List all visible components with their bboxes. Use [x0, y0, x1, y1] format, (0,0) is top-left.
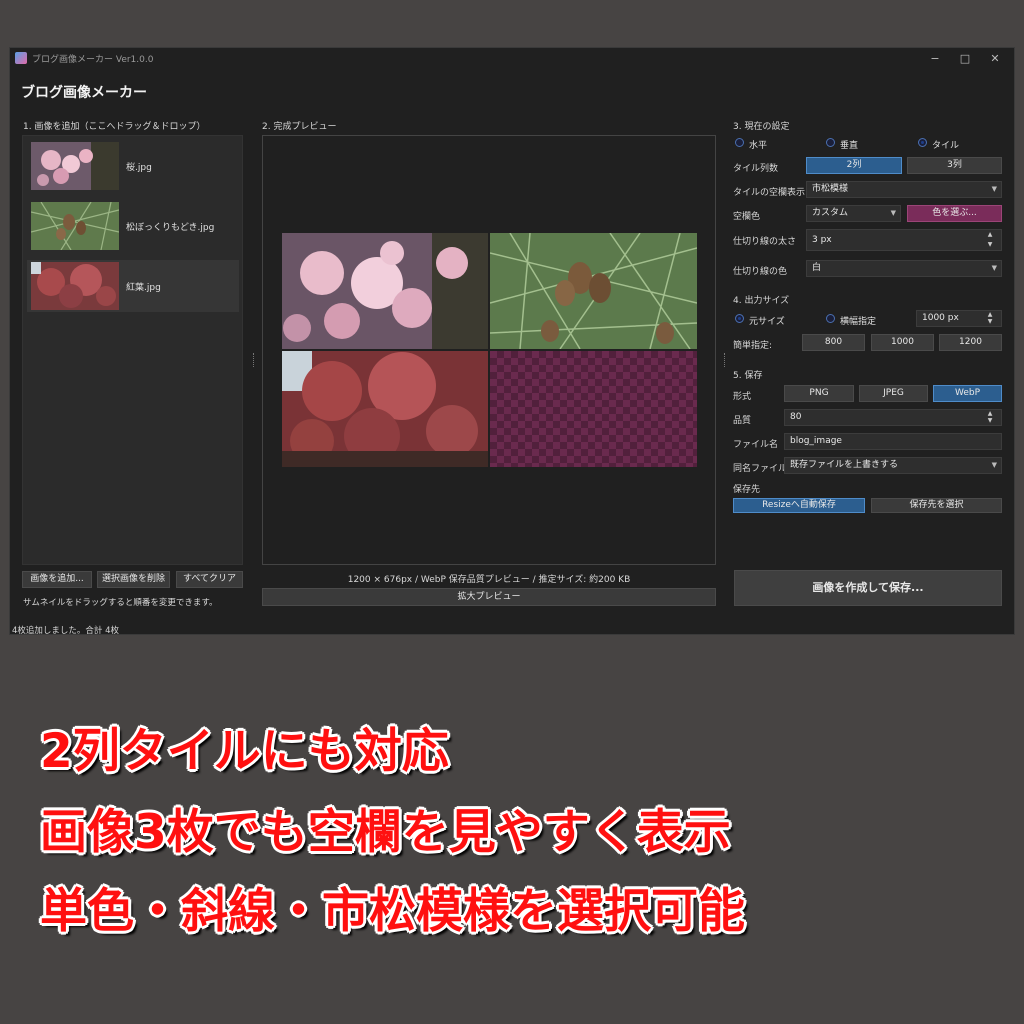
thumbnail-list[interactable]: 桜.jpg 松ぼっくりもどき.jpg 紅葉.jpg: [22, 135, 243, 565]
layout-vertical-radio[interactable]: [826, 138, 835, 147]
caption-line-2: 画像3枚でも空欄を見やすく表示: [40, 805, 731, 860]
splitter-handle[interactable]: [253, 353, 256, 367]
chevron-down-icon: ▼: [991, 461, 997, 469]
pinecone-thumbnail-image: [31, 202, 119, 250]
spin-down-icon[interactable]: ▼: [981, 417, 999, 425]
thumbnail-item-selected[interactable]: 紅葉.jpg: [27, 260, 239, 312]
spin-down-icon[interactable]: ▼: [981, 241, 999, 249]
sakura-thumbnail-image: [31, 142, 119, 190]
layout-tile-radio[interactable]: [918, 138, 927, 147]
app-heading: ブログ画像メーカー: [21, 85, 147, 101]
layout-horizontal-radio[interactable]: [735, 138, 744, 147]
current-settings-label: 3. 現在の設定: [733, 122, 790, 132]
divider-width-spinbox[interactable]: 3 px ▲ ▼: [806, 229, 1002, 251]
delete-selected-button[interactable]: 選択画像を削除: [97, 571, 170, 588]
quick-size-label: 簡単指定:: [733, 341, 773, 351]
clear-all-button[interactable]: すべてクリア: [176, 571, 243, 588]
layout-horizontal-label: 水平: [749, 141, 768, 151]
auto-save-resize-button[interactable]: Resizeへ自動保存: [733, 498, 865, 513]
layout-vertical-label: 垂直: [840, 141, 859, 151]
format-webp-button[interactable]: WebP: [933, 385, 1002, 402]
size-original-label: 元サイズ: [749, 317, 785, 327]
splitter-handle[interactable]: [724, 353, 727, 367]
size-width-radio[interactable]: [826, 314, 835, 323]
quality-spinbox[interactable]: 80 ▲ ▼: [784, 409, 1002, 426]
filename-label: ファイル名: [733, 440, 779, 450]
divider-color-select[interactable]: 白 ▼: [806, 260, 1002, 277]
close-icon[interactable]: ✕: [980, 50, 1010, 68]
thumbnail-filename: 紅葉.jpg: [126, 283, 161, 293]
divider-color-value: 白: [812, 263, 822, 273]
size-width-label: 横幅指定: [840, 317, 877, 327]
tile-cols-3-button[interactable]: 3列: [907, 157, 1002, 174]
chevron-down-icon: ▼: [991, 185, 997, 193]
empty-display-label: タイルの空欄表示: [733, 188, 806, 198]
maximize-icon[interactable]: □: [950, 50, 980, 68]
size-original-radio[interactable]: [735, 314, 744, 323]
chevron-down-icon: ▼: [890, 209, 896, 217]
caption-line-1: 2列タイルにも対応: [40, 724, 449, 779]
divider-color-label: 仕切り線の色: [733, 267, 788, 277]
same-name-select[interactable]: 既存ファイルを上書きする ▼: [784, 457, 1002, 474]
app-icon: [15, 52, 27, 64]
destination-label: 保存先: [733, 485, 761, 495]
same-name-label: 同名ファイル: [733, 464, 788, 474]
status-bar: 4枚追加しました。合計 4枚: [12, 626, 120, 636]
format-jpeg-button[interactable]: JPEG: [859, 385, 928, 402]
width-value: 1000 px: [922, 313, 959, 323]
empty-color-value: カスタム: [812, 208, 849, 218]
quick-size-800-button[interactable]: 800: [802, 334, 865, 351]
empty-color-select[interactable]: カスタム ▼: [806, 205, 901, 222]
choose-destination-button[interactable]: 保存先を選択: [871, 498, 1002, 513]
window-title: ブログ画像メーカー Ver1.0.0: [32, 55, 154, 65]
create-and-save-button[interactable]: 画像を作成して保存...: [734, 570, 1002, 606]
thumbnail-item[interactable]: 松ぼっくりもどき.jpg: [27, 200, 239, 252]
empty-color-label: 空欄色: [733, 212, 761, 222]
save-section-label: 5. 保存: [733, 371, 763, 381]
momiji-preview-tile: [282, 351, 488, 467]
thumbnail-filename: 松ぼっくりもどき.jpg: [126, 223, 215, 233]
format-png-button[interactable]: PNG: [784, 385, 854, 402]
same-name-value: 既存ファイルを上書きする: [790, 460, 899, 470]
divider-width-label: 仕切り線の太さ: [733, 237, 797, 247]
pinecone-preview-tile: [490, 233, 697, 349]
spin-down-icon[interactable]: ▼: [981, 318, 999, 326]
quality-label: 品質: [733, 416, 752, 426]
add-image-button[interactable]: 画像を追加...: [22, 571, 92, 588]
momiji-thumbnail-image: [31, 262, 119, 310]
title-bar: ブログ画像メーカー Ver1.0.0 − □ ✕: [10, 48, 1014, 70]
width-spinbox[interactable]: 1000 px ▲ ▼: [916, 310, 1002, 327]
app-window: ブログ画像メーカー Ver1.0.0 − □ ✕ ブログ画像メーカー 1. 画像…: [9, 47, 1015, 636]
tile-cols-2-button[interactable]: 2列: [806, 157, 902, 174]
pick-color-button[interactable]: 色を選ぶ...: [907, 205, 1002, 222]
preview-info: 1200 × 676px / WebP 保存品質プレビュー / 推定サイズ: 約…: [347, 575, 631, 585]
empty-display-select[interactable]: 市松模様 ▼: [806, 181, 1002, 198]
zoom-preview-button[interactable]: 拡大プレビュー: [262, 588, 716, 606]
divider-width-value: 3 px: [812, 235, 832, 245]
spin-up-icon[interactable]: ▲: [981, 231, 999, 239]
thumbnail-item[interactable]: 桜.jpg: [27, 140, 239, 192]
sakura-preview-tile: [282, 233, 488, 349]
quick-size-1200-button[interactable]: 1200: [939, 334, 1002, 351]
thumbnail-filename: 桜.jpg: [126, 163, 152, 173]
preview-panel: [262, 135, 716, 565]
format-label: 形式: [733, 392, 752, 402]
chevron-down-icon: ▼: [991, 264, 997, 272]
empty-tile-checker: [490, 351, 697, 467]
output-size-label: 4. 出力サイズ: [733, 296, 790, 306]
quick-size-1000-button[interactable]: 1000: [871, 334, 934, 351]
tile-cols-label: タイル列数: [733, 164, 779, 174]
empty-display-value: 市松模様: [812, 184, 849, 194]
add-images-section-label: 1. 画像を追加（ここへドラッグ＆ドロップ）: [23, 122, 206, 132]
filename-input[interactable]: blog_image: [784, 433, 1002, 450]
quality-value: 80: [790, 412, 802, 422]
reorder-hint: サムネイルをドラッグすると順番を変更できます。: [23, 598, 218, 608]
caption-line-3: 単色・斜線・市松模様を選択可能: [40, 884, 745, 939]
preview-section-label: 2. 完成プレビュー: [262, 122, 337, 132]
minimize-icon[interactable]: −: [920, 50, 950, 68]
layout-tile-label: タイル: [932, 141, 960, 151]
